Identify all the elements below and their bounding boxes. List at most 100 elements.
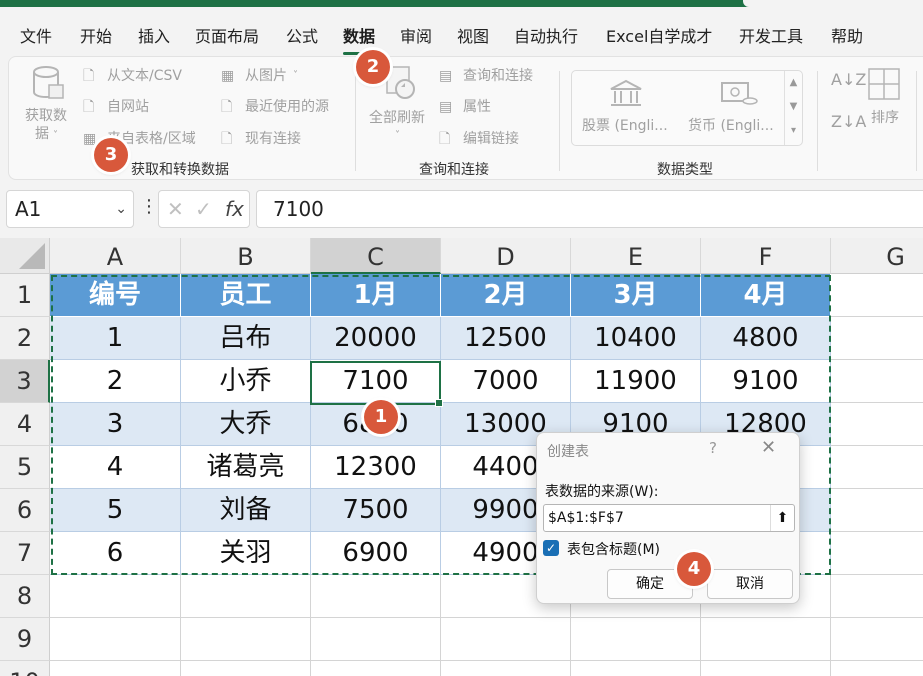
help-icon[interactable]: ? bbox=[709, 439, 717, 457]
cell[interactable] bbox=[571, 618, 701, 661]
cell[interactable] bbox=[311, 661, 441, 676]
from-web-button[interactable]: 自网站 bbox=[107, 98, 149, 116]
row-header-5[interactable]: 5 bbox=[0, 446, 50, 489]
cell[interactable]: 10400 bbox=[571, 317, 701, 360]
title-bar-search-area[interactable] bbox=[743, 0, 923, 7]
tab-data[interactable]: 数据 bbox=[343, 22, 376, 55]
cell[interactable] bbox=[181, 575, 311, 618]
row-header-8[interactable]: 8 bbox=[0, 575, 50, 618]
name-box[interactable]: A1 ⌄ bbox=[6, 190, 134, 228]
more-options-icon[interactable]: ⋮ bbox=[140, 196, 158, 217]
currency-button[interactable]: 货币 (Engli... bbox=[688, 117, 774, 135]
column-header-a[interactable]: A bbox=[50, 238, 181, 274]
sort-icon[interactable] bbox=[867, 67, 903, 105]
cell[interactable]: 9100 bbox=[701, 360, 831, 403]
cell[interactable]: 刘备 bbox=[181, 489, 311, 532]
cell[interactable] bbox=[571, 661, 701, 676]
has-headers-label[interactable]: 表包含标题(M) bbox=[567, 539, 660, 559]
cell[interactable]: 7000 bbox=[441, 360, 571, 403]
cell[interactable] bbox=[441, 661, 571, 676]
chevron-down-icon[interactable]: ⌄ bbox=[115, 191, 127, 227]
tab-home[interactable]: 开始 bbox=[80, 22, 112, 52]
cell[interactable] bbox=[831, 360, 923, 403]
cell[interactable] bbox=[181, 661, 311, 676]
tab-view[interactable]: 视图 bbox=[457, 22, 489, 52]
data-types-scrollbar[interactable]: ▲ ▼ ▾ bbox=[784, 71, 802, 145]
row-header-4[interactable]: 4 bbox=[0, 403, 50, 446]
cell[interactable] bbox=[831, 575, 923, 618]
sort-ascending-icon[interactable]: A↓Z bbox=[831, 71, 866, 89]
cell[interactable]: 11900 bbox=[571, 360, 701, 403]
insert-function-icon[interactable]: fx bbox=[225, 197, 244, 221]
cell[interactable] bbox=[831, 274, 923, 317]
table-header-cell[interactable]: 1月 bbox=[311, 274, 441, 317]
tab-insert[interactable]: 插入 bbox=[138, 22, 170, 52]
cell[interactable] bbox=[311, 618, 441, 661]
cell[interactable] bbox=[831, 489, 923, 532]
column-header-b[interactable]: B bbox=[181, 238, 311, 274]
cell[interactable] bbox=[831, 532, 923, 575]
cancel-button[interactable]: 取消 bbox=[707, 569, 793, 599]
table-header-cell[interactable]: 4月 bbox=[701, 274, 831, 317]
recent-sources-button[interactable]: 最近使用的源 bbox=[245, 98, 329, 116]
cancel-icon[interactable]: ✕ bbox=[167, 197, 184, 221]
cell[interactable] bbox=[701, 618, 831, 661]
column-header-g[interactable]: G bbox=[831, 238, 923, 274]
chevron-down-icon[interactable]: ˅ bbox=[53, 127, 58, 145]
table-header-cell[interactable]: 3月 bbox=[571, 274, 701, 317]
collapse-dialog-icon[interactable]: ⬆ bbox=[770, 505, 794, 531]
properties-button[interactable]: 属性 bbox=[463, 98, 491, 116]
cell[interactable]: 关羽 bbox=[181, 532, 311, 575]
tab-file[interactable]: 文件 bbox=[20, 22, 52, 52]
row-header-2[interactable]: 2 bbox=[0, 317, 50, 360]
tab-developer[interactable]: 开发工具 bbox=[739, 22, 803, 52]
expand-gallery-icon[interactable]: ▾ bbox=[785, 119, 802, 143]
row-header-1[interactable]: 1 bbox=[0, 274, 50, 317]
cell[interactable] bbox=[831, 618, 923, 661]
column-header-f[interactable]: F bbox=[701, 238, 831, 274]
cell[interactable] bbox=[50, 575, 181, 618]
cell[interactable]: 吕布 bbox=[181, 317, 311, 360]
get-data-label-2[interactable]: 据 bbox=[35, 125, 49, 143]
cell[interactable] bbox=[701, 661, 831, 676]
sort-descending-icon[interactable]: Z↓A bbox=[831, 113, 866, 131]
cell[interactable]: 12300 bbox=[311, 446, 441, 489]
table-header-cell[interactable]: 2月 bbox=[441, 274, 571, 317]
cell[interactable]: 3 bbox=[50, 403, 181, 446]
cell[interactable]: 大乔 bbox=[181, 403, 311, 446]
cell[interactable]: 5 bbox=[50, 489, 181, 532]
cell[interactable] bbox=[831, 403, 923, 446]
table-header-cell[interactable]: 员工 bbox=[181, 274, 311, 317]
cell[interactable] bbox=[831, 317, 923, 360]
cell[interactable]: 6 bbox=[50, 532, 181, 575]
column-header-e[interactable]: E bbox=[571, 238, 701, 274]
cell[interactable]: 20000 bbox=[311, 317, 441, 360]
queries-connections-button[interactable]: 查询和连接 bbox=[463, 67, 533, 85]
from-text-csv-button[interactable]: 从文本/CSV bbox=[107, 67, 182, 85]
cell[interactable]: 7500 bbox=[311, 489, 441, 532]
cell[interactable] bbox=[50, 661, 181, 676]
confirm-icon[interactable]: ✓ bbox=[195, 197, 212, 221]
currency-icon[interactable] bbox=[720, 79, 758, 113]
cell[interactable]: 1 bbox=[50, 317, 181, 360]
tab-review[interactable]: 审阅 bbox=[400, 22, 432, 52]
tab-page-layout[interactable]: 页面布局 bbox=[195, 22, 259, 52]
row-header-10[interactable]: 10 bbox=[0, 661, 50, 676]
edit-links-button[interactable]: 编辑链接 bbox=[463, 130, 519, 148]
tab-help[interactable]: 帮助 bbox=[831, 22, 863, 52]
existing-connections-button[interactable]: 现有连接 bbox=[245, 130, 301, 148]
cell[interactable]: 6900 bbox=[311, 532, 441, 575]
cell[interactable]: 2 bbox=[50, 360, 181, 403]
get-data-label[interactable]: 获取数 bbox=[25, 107, 67, 125]
close-icon[interactable]: ✕ bbox=[761, 437, 776, 458]
cell[interactable]: 4800 bbox=[701, 317, 831, 360]
tab-formulas[interactable]: 公式 bbox=[286, 22, 318, 52]
source-range-input[interactable]: $A$1:$F$7 ⬆ bbox=[543, 504, 795, 532]
stocks-button[interactable]: 股票 (Engli... bbox=[582, 117, 668, 135]
data-types-gallery[interactable]: 股票 (Engli... 货币 (Engli... ▲ ▼ ▾ bbox=[571, 70, 803, 146]
refresh-all-button[interactable]: 全部刷新 bbox=[369, 109, 425, 127]
column-header-c[interactable]: C bbox=[311, 238, 441, 274]
scroll-up-icon[interactable]: ▲ bbox=[785, 71, 802, 95]
bank-icon[interactable] bbox=[608, 79, 644, 113]
row-header-9[interactable]: 9 bbox=[0, 618, 50, 661]
